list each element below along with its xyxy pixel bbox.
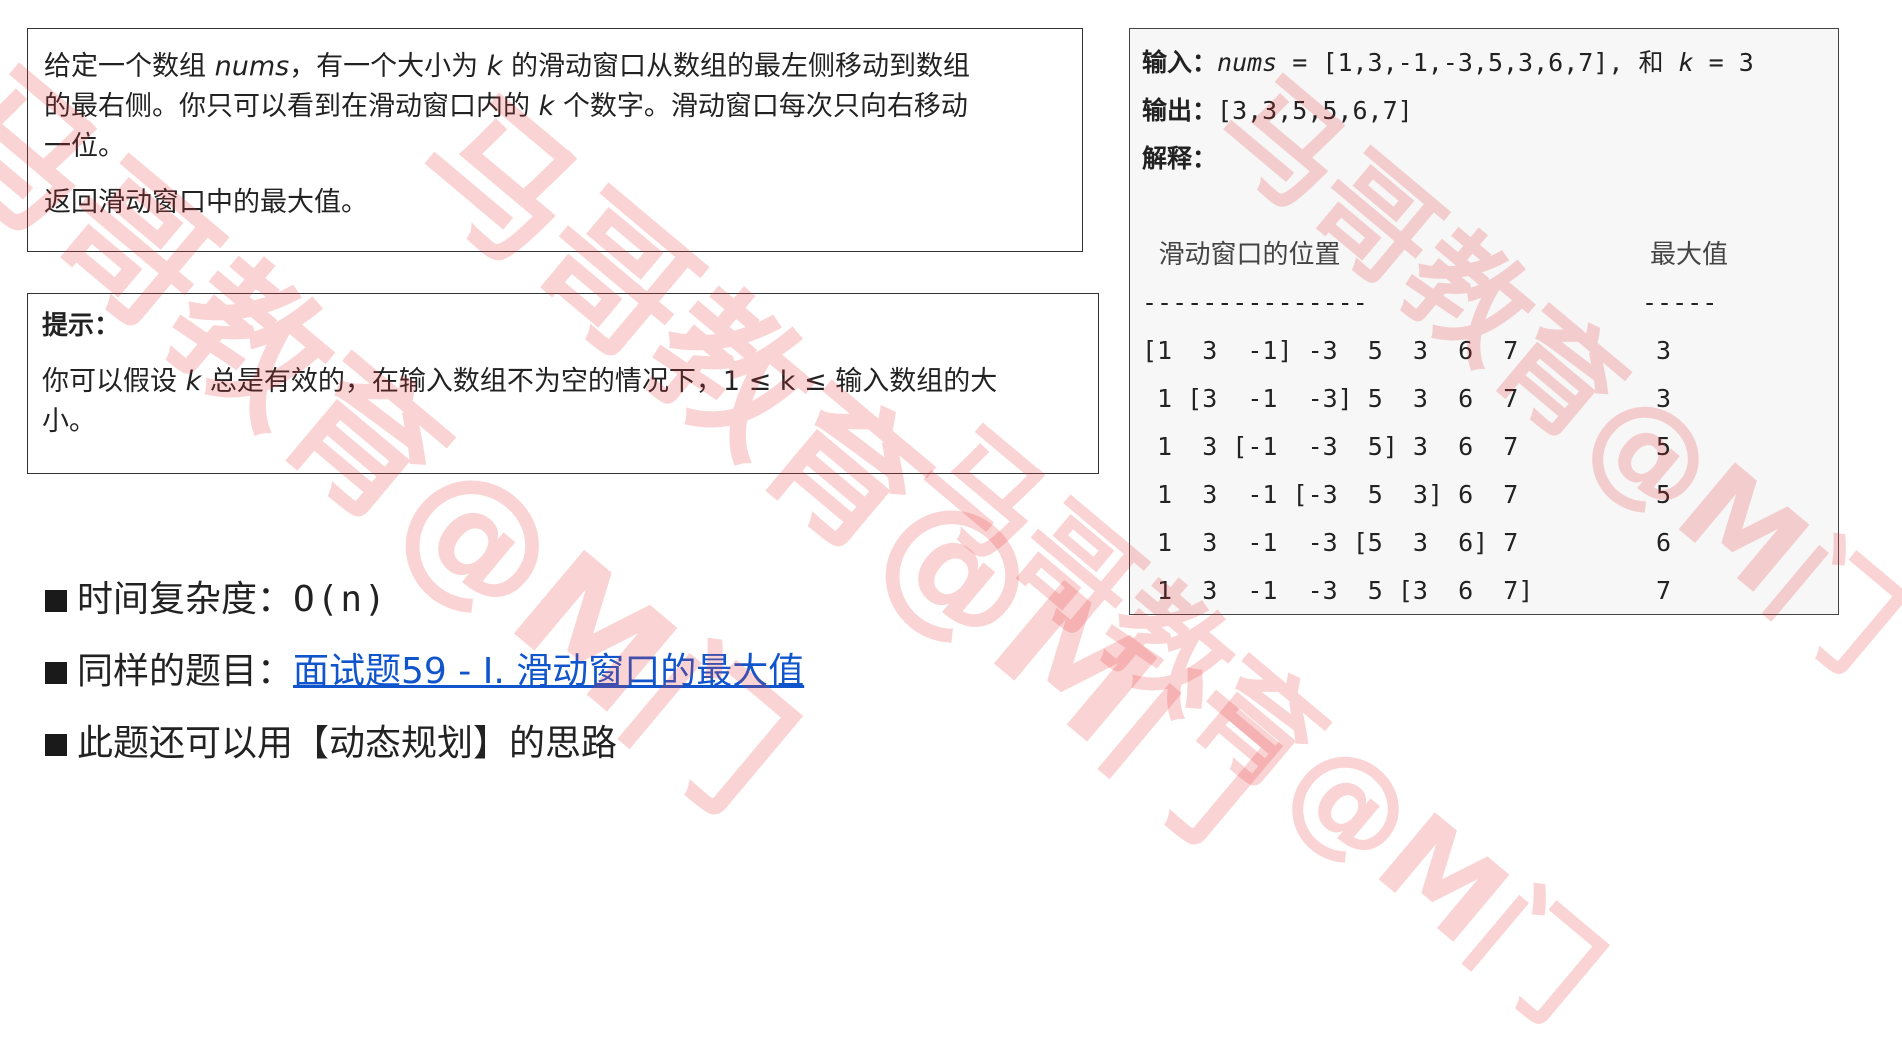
example-explain: 解释： (1142, 135, 1826, 183)
input-label: 输入： (1142, 48, 1218, 77)
variable-k: k (538, 91, 555, 122)
text: 一位。 (44, 131, 125, 162)
column-max-header: 最大值 (1650, 240, 1729, 270)
table-row: 1 [3 -1 -3] 5 3 6 7 3 (1142, 375, 1826, 423)
bullet-complexity: 时间复杂度：O(n) (45, 572, 804, 644)
input-value: = [1,3,-1,-3,5,3,6,7], (1277, 48, 1639, 77)
square-bullet-icon (45, 662, 67, 684)
text: 给定一个数组 (44, 51, 215, 82)
variable-k: k (486, 51, 503, 82)
max-cell: 5 (1656, 480, 1672, 509)
window-cell: 1 3 -1 -3 5 [3 6 7] (1142, 576, 1534, 605)
hint-box: 提示： 你可以假设 k 总是有效的，在输入数组不为空的情况下，1 ≤ k ≤ 输… (27, 293, 1099, 474)
same-problem-link[interactable]: 面试题59 - I. 滑动窗口的最大值 (293, 651, 804, 692)
k-value: = 3 (1693, 48, 1754, 77)
window-cell: 1 [3 -1 -3] 5 3 6 7 (1142, 384, 1519, 413)
problem-description: 给定一个数组 nums，有一个大小为 k 的滑动窗口从数组的最左侧移动到数组 的… (27, 28, 1083, 252)
square-bullet-icon (45, 590, 67, 612)
table-row: [1 3 -1] -3 5 3 6 7 3 (1142, 327, 1826, 375)
same-problem-label: 同样的题目： (77, 651, 294, 692)
bullet-same-problem: 同样的题目：面试题59 - I. 滑动窗口的最大值 (45, 644, 804, 716)
variable-nums: nums (214, 51, 290, 82)
description-return: 返回滑动窗口中的最大值。 (44, 187, 368, 218)
description-paragraph: 给定一个数组 nums，有一个大小为 k 的滑动窗口从数组的最左侧移动到数组 的… (44, 47, 1066, 167)
text: 你可以假设 (42, 366, 186, 397)
divider-left: --------------- (1142, 288, 1368, 317)
window-cell: 1 3 -1 -3 [5 3 6] 7 (1142, 528, 1519, 557)
table-row: 1 3 -1 [-3 5 3] 6 7 5 (1142, 471, 1826, 519)
window-cell: [1 3 -1] -3 5 3 6 7 (1142, 336, 1519, 365)
output-label: 输出： (1142, 96, 1218, 125)
max-cell: 3 (1656, 336, 1672, 365)
max-cell: 7 (1656, 576, 1672, 605)
complexity-label: 时间复杂度： (77, 579, 294, 620)
text: 总是有效的，在输入数组不为空的情况下，1 ≤ k ≤ 输入数组的大 (201, 366, 998, 397)
bullet-list: 时间复杂度：O(n) 同样的题目：面试题59 - I. 滑动窗口的最大值 此题还… (45, 572, 804, 788)
max-cell: 3 (1656, 384, 1672, 413)
window-cell: 1 3 [-1 -3 5] 3 6 7 (1142, 432, 1519, 461)
window-cell: 1 3 -1 [-3 5 3] 6 7 (1142, 480, 1519, 509)
text: 个数字。滑动窗口每次只向右移动 (554, 91, 968, 122)
table-row: 1 3 -1 -3 5 [3 6 7] 7 (1142, 567, 1826, 615)
output-value: [3,3,5,5,6,7] (1217, 96, 1413, 125)
variable-k: k (1678, 48, 1694, 77)
square-bullet-icon (45, 734, 67, 756)
hint-title: 提示： (42, 311, 121, 341)
text: 的最右侧。你只可以看到在滑动窗口内的 (44, 91, 539, 122)
example-input: 输入：nums = [1,3,-1,-3,5,3,6,7], 和 k = 3 (1142, 39, 1826, 87)
and-text: 和 (1638, 48, 1664, 77)
bullet-dp: 此题还可以用【动态规划】的思路 (45, 716, 804, 788)
max-cell: 5 (1656, 432, 1672, 461)
variable-k: k (185, 366, 202, 397)
table-row: 1 3 [-1 -3 5] 3 6 7 5 (1142, 423, 1826, 471)
column-window-header: 滑动窗口的位置 (1142, 240, 1341, 270)
text: ，有一个大小为 (289, 51, 487, 82)
complexity-value: O(n) (293, 579, 388, 620)
text: 的滑动窗口从数组的最左侧移动到数组 (502, 51, 971, 82)
table-row: 1 3 -1 -3 [5 3 6] 7 6 (1142, 519, 1826, 567)
table-divider: --------------- ----- (1142, 279, 1826, 327)
hint-text: 你可以假设 k 总是有效的，在输入数组不为空的情况下，1 ≤ k ≤ 输入数组的… (42, 362, 1084, 442)
table-header: 滑动窗口的位置 最大值 (1142, 231, 1826, 279)
explain-label: 解释： (1142, 144, 1218, 173)
text: 小。 (42, 406, 96, 437)
dp-note: 此题还可以用【动态规划】的思路 (77, 723, 618, 764)
divider-right: ----- (1642, 288, 1718, 317)
example-output: 输出：[3,3,5,5,6,7] (1142, 87, 1826, 135)
max-cell: 6 (1656, 528, 1672, 557)
variable-nums: nums (1217, 48, 1278, 77)
example-block: 输入：nums = [1,3,-1,-3,5,3,6,7], 和 k = 3 输… (1129, 28, 1839, 615)
